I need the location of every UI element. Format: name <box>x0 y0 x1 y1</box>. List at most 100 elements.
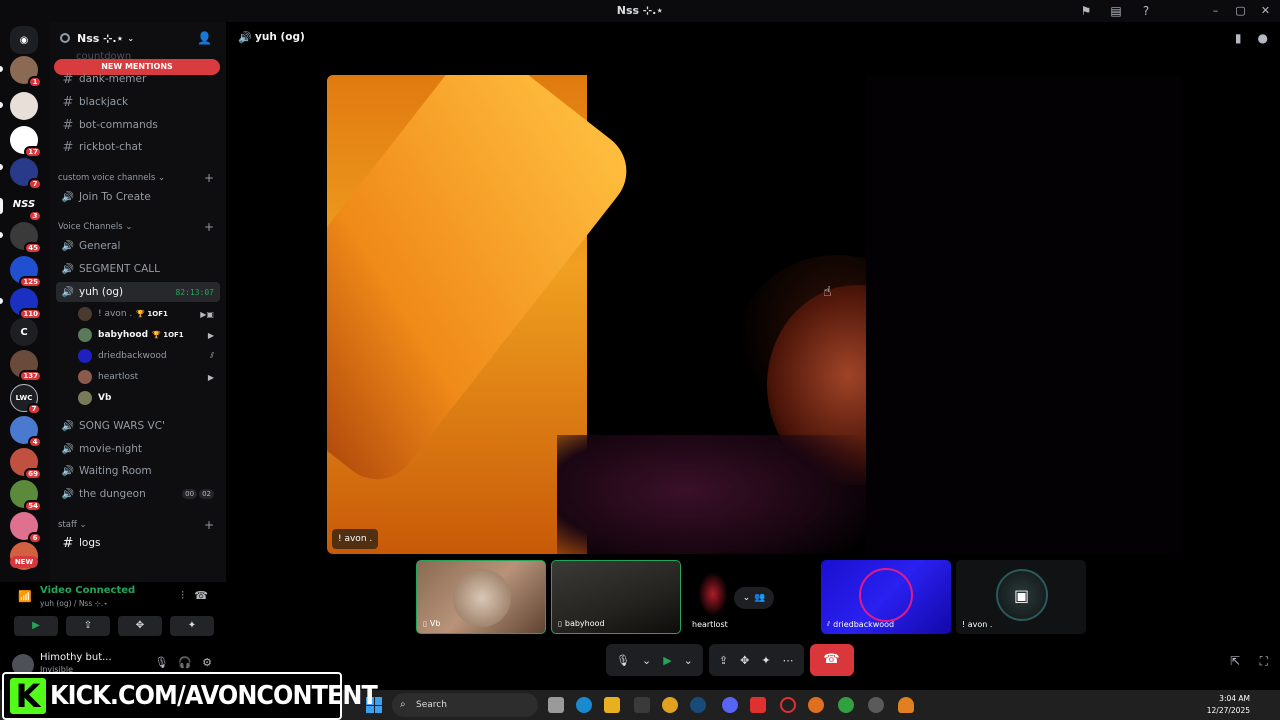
channel-bot-commands[interactable]: # bot-commands <box>56 115 220 135</box>
chrome-icon[interactable] <box>838 697 854 713</box>
maximize-button[interactable]: ▢ <box>1232 2 1249 19</box>
server-icon[interactable]: 137 <box>10 350 42 382</box>
category-voice-channels[interactable]: Voice Channels ⌄ + <box>58 220 220 234</box>
add-channel-icon[interactable]: + <box>204 171 214 185</box>
activities-button[interactable]: ✥ <box>118 616 162 636</box>
soundboard-button[interactable]: ✦ <box>170 616 214 636</box>
voice-user[interactable]: Vb <box>78 388 220 408</box>
voice-user[interactable]: heartlost ▶ <box>78 367 220 387</box>
server-icon-nss[interactable]: NSS 3 <box>10 190 42 222</box>
watermark-text: KICK.COM/AVONCONTENT <box>50 681 378 711</box>
activities-icon[interactable]: ✥ <box>740 654 749 667</box>
channel-waiting-room[interactable]: 🔊 Waiting Room <box>56 461 220 481</box>
channel-dank-memer[interactable]: # dank-memer <box>56 69 220 89</box>
chevron-down-icon[interactable]: ⌄ <box>642 654 651 667</box>
channel-general[interactable]: 🔊 General <box>56 236 220 256</box>
edge-icon[interactable] <box>576 697 592 713</box>
server-icon[interactable]: 4 <box>10 416 42 448</box>
steam-icon[interactable] <box>690 697 706 713</box>
chrome-icon[interactable] <box>662 697 678 713</box>
opera-icon[interactable] <box>780 697 796 713</box>
focused-video-stream[interactable]: ! avon . ☝ <box>327 75 866 554</box>
channel-yuh-og[interactable]: 🔊 yuh (og) 82:13:07 <box>56 282 220 302</box>
audio-video-controls: 🎙 ⌄ ▶ ⌄ <box>606 644 703 676</box>
add-member-icon[interactable]: 👤 <box>197 31 212 45</box>
camera-icon[interactable]: ▶ <box>663 654 671 667</box>
server-icon[interactable]: 17 <box>10 126 42 158</box>
server-icon[interactable]: 45 <box>10 222 42 254</box>
headphones-icon[interactable]: 🎧 <box>178 656 192 669</box>
server-icon[interactable]: 6 <box>10 512 42 544</box>
server-icon[interactable]: 69 <box>10 448 42 480</box>
chevron-down-icon[interactable]: ⌄ <box>684 654 693 667</box>
taskbar-search[interactable]: ⌕ Search <box>392 693 538 717</box>
voice-user[interactable]: ! avon . 🏆 1OF1 ▶▣ <box>78 304 220 324</box>
collapse-participants-button[interactable]: ⌄ 👥 <box>734 587 774 609</box>
voice-user[interactable]: babyhood 🏆 1OF1 ▶ <box>78 325 220 345</box>
voice-user[interactable]: driedbackwood ⫽ <box>78 346 220 366</box>
app-icon[interactable] <box>750 697 766 713</box>
participant-tile[interactable]: ▣ ! avon . <box>956 560 1086 634</box>
chat-icon[interactable]: ● <box>1258 31 1268 45</box>
app-icon[interactable] <box>808 697 824 713</box>
task-view-icon[interactable] <box>548 697 564 713</box>
microphone-icon[interactable]: 🎙 <box>616 654 630 667</box>
server-icon-c[interactable]: C <box>10 318 38 346</box>
discord-icon[interactable] <box>722 697 738 713</box>
microphone-icon[interactable]: 🎙 <box>154 656 168 669</box>
server-icon[interactable]: 110 <box>10 288 42 320</box>
channel-join-to-create[interactable]: 🔊 Join To Create <box>56 187 220 207</box>
soundboard-icon[interactable]: ✦ <box>761 654 770 667</box>
minimize-button[interactable]: – <box>1207 2 1224 19</box>
people-icon: 👥 <box>754 593 766 603</box>
disconnect-icon[interactable]: ☎ <box>194 589 208 602</box>
channel-song-wars[interactable]: 🔊 SONG WARS VC' <box>56 416 220 436</box>
server-icon[interactable]: 125 <box>10 256 42 288</box>
bookmark-icon[interactable]: ▮ <box>1235 31 1242 45</box>
app-icon[interactable] <box>868 697 884 713</box>
voice-status[interactable]: Video Connected <box>40 585 135 596</box>
add-channel-icon[interactable]: + <box>204 518 214 532</box>
channel-segment-call[interactable]: 🔊 SEGMENT CALL <box>56 259 220 279</box>
noise-suppression-icon[interactable]: ⫶ <box>181 589 184 603</box>
system-clock[interactable]: 3:04 AM 12/27/2025 <box>1207 693 1250 717</box>
store-icon[interactable] <box>634 697 650 713</box>
channel-rickbot-chat[interactable]: # rickbot-chat <box>56 137 220 157</box>
popout-icon[interactable]: ⇱ <box>1230 654 1240 668</box>
close-button[interactable]: ✕ <box>1257 2 1274 19</box>
chevron-down-icon: ⌄ <box>127 33 135 43</box>
category-custom-voice[interactable]: custom voice channels ⌄ + <box>58 171 220 185</box>
mobile-icon: ▯ <box>558 619 562 628</box>
discord-home-icon[interactable]: ◉ <box>10 26 38 54</box>
server-icon[interactable]: 54 <box>10 480 42 512</box>
server-icon[interactable]: 1 <box>10 56 42 88</box>
signal-icon[interactable]: 📶 <box>18 590 32 603</box>
channel-logs[interactable]: # logs <box>56 533 220 553</box>
channel-movie-night[interactable]: 🔊 movie-night <box>56 439 220 459</box>
camera-button[interactable]: ▶ <box>14 616 58 636</box>
participant-tile[interactable]: ▯ babyhood <box>551 560 681 634</box>
voice-location[interactable]: yuh (og) / Nss ⊹.⋆ <box>40 599 108 608</box>
participant-tile[interactable]: ▯ Vb <box>416 560 546 634</box>
inbox-icon[interactable]: ▤ <box>1108 3 1124 19</box>
file-explorer-icon[interactable] <box>604 697 620 713</box>
voice-connection-panel: 📶 Video Connected yuh (og) / Nss ⊹.⋆ ⫶ ☎… <box>6 582 220 642</box>
leave-call-button[interactable]: ☎ <box>809 644 854 676</box>
gear-icon[interactable]: ⚙ <box>202 656 212 669</box>
server-icon-lwc[interactable]: LWC 7 <box>10 384 41 415</box>
channel-the-dungeon[interactable]: 🔊 the dungeon 00 02 <box>56 484 220 504</box>
username[interactable]: Himothy but... <box>40 652 112 663</box>
add-channel-icon[interactable]: + <box>204 220 214 234</box>
channel-blackjack[interactable]: # blackjack <box>56 92 220 112</box>
fullscreen-icon[interactable]: ⛶ <box>1260 654 1268 669</box>
flag-icon[interactable]: ⚑ <box>1078 3 1094 19</box>
app-icon[interactable] <box>898 697 914 713</box>
server-icon[interactable]: 7 <box>10 158 42 190</box>
participant-tile[interactable]: ⫽ driedbackwood <box>821 560 951 634</box>
screenshare-icon[interactable]: ⇪ <box>719 654 728 667</box>
help-icon[interactable]: ? <box>1138 3 1154 19</box>
category-staff[interactable]: staff ⌄ + <box>58 518 220 532</box>
screenshare-button[interactable]: ⇪ <box>66 616 110 636</box>
more-icon[interactable]: ⋯ <box>783 654 794 667</box>
server-icon[interactable] <box>10 92 38 120</box>
